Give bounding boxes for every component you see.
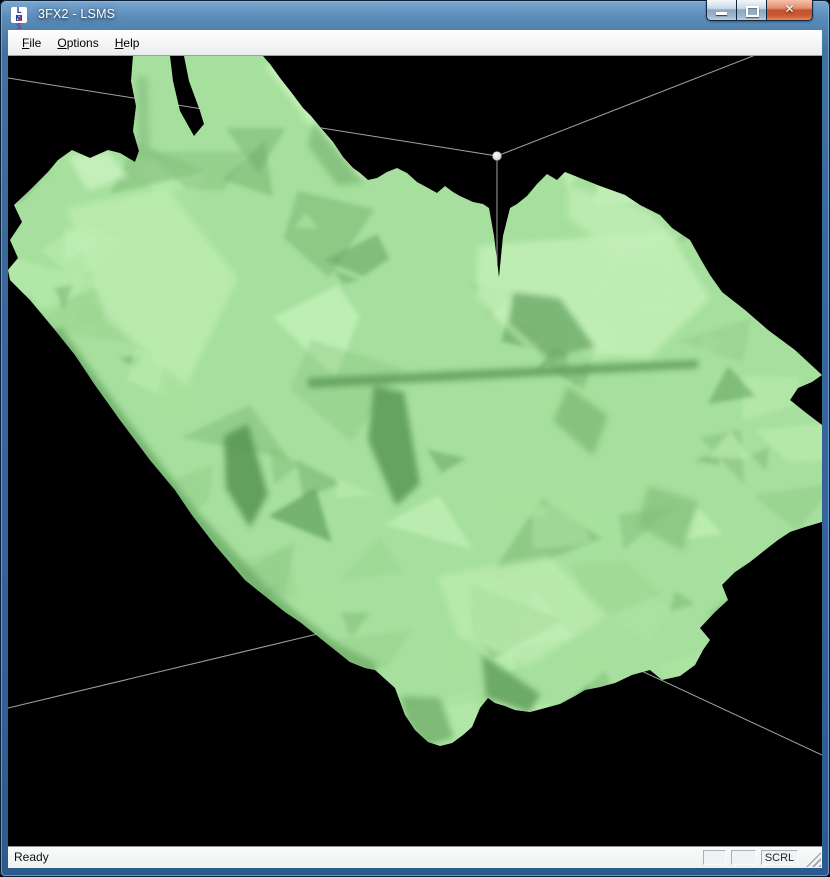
resize-grip-icon[interactable] <box>806 852 821 867</box>
status-indicators: SCRL <box>703 850 798 865</box>
menu-item-options[interactable]: Options <box>49 30 106 55</box>
status-message: Ready <box>14 850 49 864</box>
close-icon: ✕ <box>767 0 812 19</box>
corner-vertex-marker[interactable] <box>493 152 502 161</box>
menu-item-help[interactable]: Help <box>107 30 148 55</box>
render-viewport[interactable] <box>8 56 822 846</box>
title-bar[interactable]: LSMS 3FX2 - LSMS ✕ <box>0 0 830 30</box>
molecular-surface-scene <box>8 56 822 846</box>
status-bar: Ready SCRL <box>8 846 822 868</box>
menu-item-file[interactable]: File <box>14 30 49 55</box>
minimize-button[interactable] <box>707 0 737 20</box>
maximize-button[interactable] <box>737 0 767 20</box>
menu-bar: FileOptionsHelp <box>8 30 822 56</box>
close-button[interactable]: ✕ <box>767 0 812 20</box>
window-title: 3FX2 - LSMS <box>38 0 115 30</box>
app-icon[interactable]: LSMS <box>11 7 27 23</box>
maximize-icon <box>746 6 759 17</box>
window-controls: ✕ <box>706 0 813 21</box>
app-window: LSMS 3FX2 - LSMS ✕ FileOptionsHelp <box>0 0 830 877</box>
status-indicator-scrl: SCRL <box>761 850 798 865</box>
status-indicator-blank-1 <box>703 850 726 865</box>
minimize-icon <box>716 12 727 15</box>
status-indicator-blank-2 <box>731 850 756 865</box>
